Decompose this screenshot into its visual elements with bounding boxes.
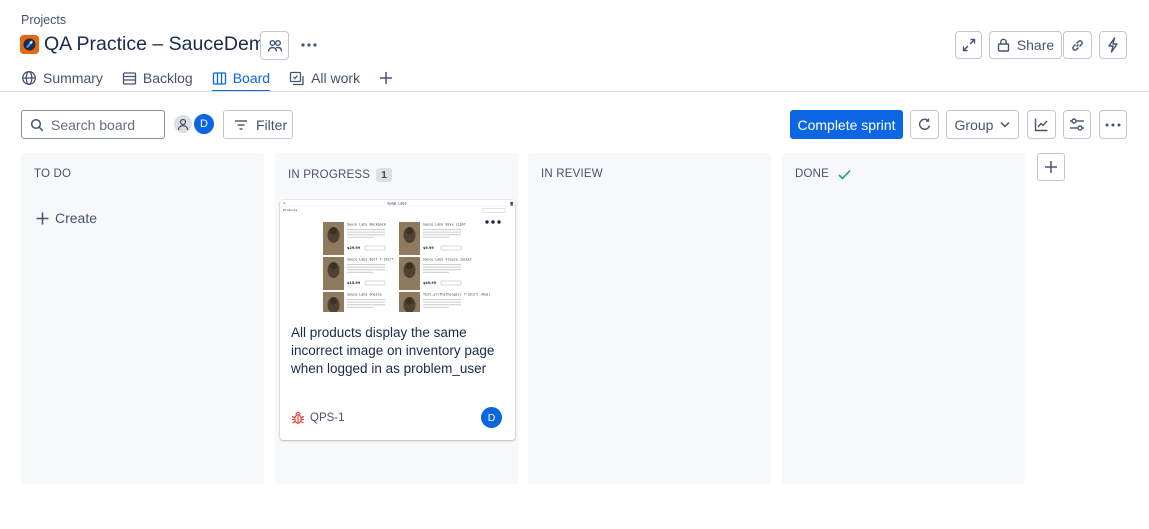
product-price: $9.99	[423, 246, 434, 250]
column-done: DONE	[782, 153, 1025, 484]
create-label: Create	[55, 210, 98, 226]
chevron-down-icon	[1000, 121, 1010, 128]
project-tabs: Summary Backlog Board All work	[21, 66, 393, 92]
breadcrumb[interactable]: Projects	[21, 13, 66, 27]
add-to-cart-mini	[440, 280, 462, 286]
group-dropdown[interactable]: Group	[946, 110, 1019, 139]
product-price: $29.99	[347, 246, 361, 250]
add-to-cart-mini	[364, 280, 386, 286]
tab-label: Backlog	[142, 70, 193, 86]
user-avatar[interactable]: D	[192, 112, 216, 136]
plus-icon	[379, 71, 393, 85]
header-divider	[0, 91, 1149, 92]
product-name: Sauce Labs Onesie	[347, 293, 382, 297]
issue-card[interactable]: ≡ Swag Labs ◙ Products Sauce Labs Backpa…	[280, 200, 515, 440]
search-icon	[30, 118, 44, 132]
column-title: DONE	[795, 168, 830, 180]
all-work-icon	[289, 71, 305, 86]
column-header: DONE	[795, 168, 851, 180]
plus-icon	[36, 212, 49, 225]
card-more-button[interactable]	[479, 212, 507, 232]
board-icon	[212, 71, 227, 86]
column-header: IN PROGRESS 1	[288, 168, 393, 182]
settings-sliders-icon	[1069, 117, 1085, 132]
thumbnail-sort-label: Products	[283, 208, 298, 212]
column-header: TO DO	[34, 168, 71, 180]
add-to-cart-mini	[364, 245, 386, 251]
tab-summary[interactable]: Summary	[21, 66, 103, 90]
product-name: Sauce Labs Bolt T-Shirt	[347, 258, 394, 262]
fullscreen-button[interactable]	[955, 31, 982, 59]
product-name: Sauce Labs Bike Light	[423, 223, 466, 227]
column-in-review: IN REVIEW	[528, 153, 771, 484]
project-more-button[interactable]	[296, 33, 322, 57]
tab-label: All work	[311, 70, 361, 86]
search-input[interactable]	[51, 116, 151, 133]
insights-button[interactable]	[1027, 110, 1056, 139]
bug-icon	[291, 411, 305, 425]
column-header: IN REVIEW	[541, 168, 603, 180]
issue-key-row: QPS-1	[291, 411, 345, 425]
issue-key[interactable]: QPS-1	[310, 412, 345, 424]
product-name: Test.allTheThings() T-Shirt (Red)	[423, 293, 490, 297]
plus-icon	[1044, 160, 1058, 174]
lock-icon	[997, 38, 1010, 52]
column-todo: TO DO Create	[21, 153, 264, 484]
check-icon	[838, 169, 851, 180]
share-button[interactable]: Share	[989, 31, 1062, 59]
tab-label: Board	[232, 70, 271, 86]
team-button[interactable]	[260, 31, 289, 60]
tab-all-work[interactable]: All work	[289, 66, 360, 90]
tab-label: Summary	[43, 70, 103, 86]
board-more-button[interactable]	[1099, 110, 1127, 139]
people-icon	[267, 38, 283, 54]
refresh-button[interactable]	[910, 110, 939, 139]
add-to-cart-mini	[440, 245, 462, 251]
thumbnail-header: Swag Labs	[387, 202, 406, 206]
chart-line-icon	[1034, 117, 1049, 132]
group-label: Group	[954, 116, 994, 133]
issue-summary: All products display the same incorrect …	[291, 325, 495, 376]
share-label: Share	[1016, 37, 1055, 53]
tab-board[interactable]: Board	[211, 66, 271, 92]
column-title: IN PROGRESS	[288, 169, 371, 181]
backlog-icon	[122, 71, 137, 86]
add-tab-button[interactable]	[379, 66, 393, 90]
copy-link-button[interactable]	[1063, 31, 1092, 59]
person-icon	[176, 117, 190, 131]
product-price: $49.99	[423, 281, 437, 285]
filter-label: Filter	[256, 116, 288, 133]
project-avatar	[20, 35, 39, 54]
expand-icon	[962, 38, 976, 52]
view-settings-button[interactable]	[1063, 110, 1091, 139]
link-icon	[1070, 38, 1085, 53]
lightning-icon	[1107, 37, 1119, 53]
column-title: TO DO	[34, 168, 72, 180]
product-price: $15.99	[347, 281, 361, 285]
svg-text:◙: ◙	[510, 202, 514, 206]
filter-button[interactable]: Filter	[223, 110, 293, 139]
project-title: QA Practice – SauceDemo	[44, 33, 276, 55]
search-board-field[interactable]	[21, 110, 165, 139]
refresh-icon	[917, 117, 932, 132]
more-horizontal-icon	[485, 220, 501, 224]
column-title: IN REVIEW	[541, 168, 603, 180]
tab-backlog[interactable]: Backlog	[122, 66, 193, 90]
automation-button[interactable]	[1099, 31, 1127, 59]
product-name: Sauce Labs Fleece Jacket	[423, 258, 472, 262]
assignee-avatar[interactable]: D	[481, 407, 502, 428]
globe-icon	[21, 70, 37, 86]
complete-sprint-button[interactable]: Complete sprint	[790, 110, 903, 139]
more-horizontal-icon	[1105, 123, 1121, 127]
unassigned-avatar[interactable]	[172, 113, 194, 135]
product-name: Sauce Labs Backpack	[347, 223, 386, 227]
add-column-button[interactable]	[1037, 153, 1065, 181]
filter-icon	[234, 119, 248, 131]
issue-count-badge: 1	[376, 168, 393, 182]
create-issue-button[interactable]: Create	[36, 210, 97, 226]
column-in-progress: IN PROGRESS 1 ≡ Swag Labs ◙ Products Sau…	[275, 153, 518, 484]
more-horizontal-icon	[300, 42, 318, 48]
